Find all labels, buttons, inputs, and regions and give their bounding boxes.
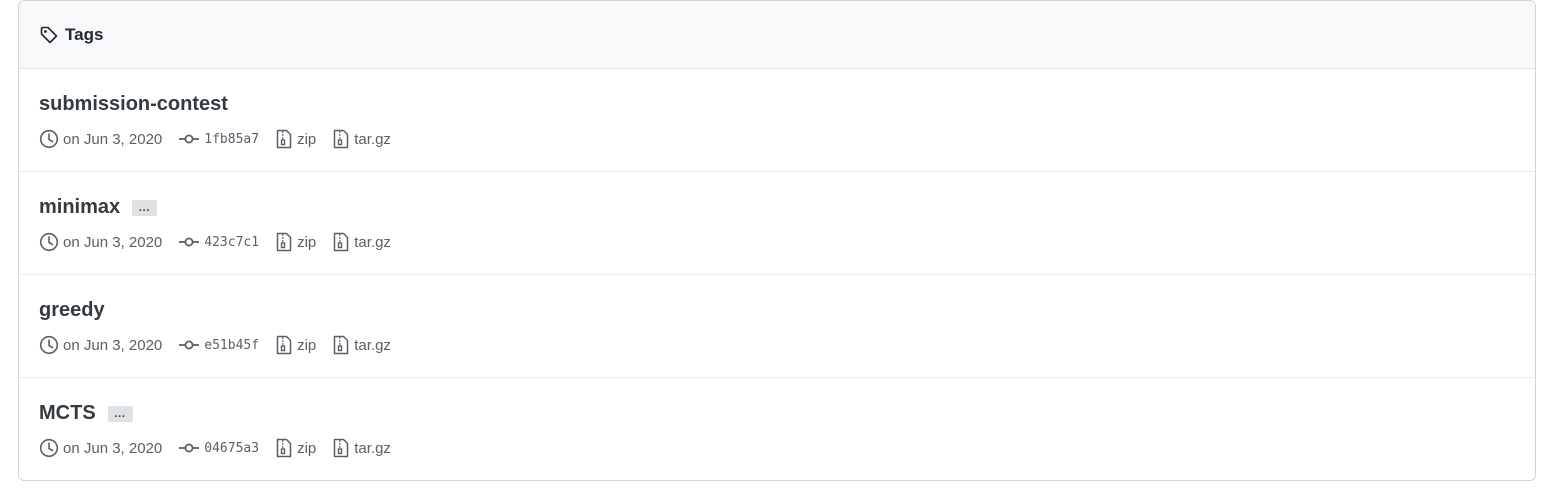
git-commit-icon (178, 338, 200, 352)
clock-icon (39, 129, 59, 149)
tag-row: submission-contest on Jun 3, 2020 1fb85a… (19, 69, 1535, 172)
tag-meta: on Jun 3, 2020 e51b45f zip tar.gz (39, 335, 407, 355)
zip-label: zip (297, 336, 317, 354)
tag-meta: on Jun 3, 2020 04675a3 zip tar.gz (39, 438, 407, 458)
targz-label: tar.gz (354, 336, 391, 354)
targz-label: tar.gz (354, 439, 391, 457)
commit-link[interactable]: e51b45f (178, 338, 259, 353)
zip-download-link[interactable]: zip (275, 438, 316, 458)
commit-link[interactable]: 423c7c1 (178, 235, 259, 250)
git-commit-icon (178, 132, 200, 146)
tags-header: Tags (19, 1, 1535, 69)
zip-label: zip (297, 130, 317, 148)
file-zip-icon (332, 129, 350, 149)
clock-icon (39, 438, 59, 458)
expand-message-button[interactable]: … (132, 199, 158, 216)
tags-title-label: Tags (65, 24, 104, 44)
file-zip-icon (332, 438, 350, 458)
file-zip-icon (275, 438, 293, 458)
targz-download-link[interactable]: tar.gz (332, 129, 391, 149)
tag-meta: on Jun 3, 2020 423c7c1 zip tar.gz (39, 232, 407, 252)
tag-date-text: on Jun 3, 2020 (63, 130, 163, 148)
zip-download-link[interactable]: zip (275, 335, 316, 355)
targz-label: tar.gz (354, 130, 391, 148)
commit-sha: 1fb85a7 (204, 131, 260, 147)
zip-download-link[interactable]: zip (275, 232, 316, 252)
file-zip-icon (275, 129, 293, 149)
tag-date-text: on Jun 3, 2020 (63, 336, 163, 354)
expand-message-button[interactable]: … (107, 405, 133, 422)
file-zip-icon (275, 335, 293, 355)
tag-name-link[interactable]: MCTS (39, 402, 96, 425)
tag-date: on Jun 3, 2020 (39, 232, 162, 252)
tag-date: on Jun 3, 2020 (39, 335, 162, 355)
zip-label: zip (297, 439, 317, 457)
tag-date-text: on Jun 3, 2020 (63, 439, 163, 457)
targz-download-link[interactable]: tar.gz (332, 335, 391, 355)
file-zip-icon (332, 335, 350, 355)
git-commit-icon (178, 441, 200, 455)
file-zip-icon (275, 232, 293, 252)
zip-download-link[interactable]: zip (275, 129, 316, 149)
tag-row: minimax … on Jun 3, 2020 423c7c1 zip tar… (19, 172, 1535, 275)
clock-icon (39, 335, 59, 355)
tag-date: on Jun 3, 2020 (39, 129, 162, 149)
clock-icon (39, 232, 59, 252)
targz-label: tar.gz (354, 233, 391, 251)
zip-label: zip (297, 233, 317, 251)
tag-row: MCTS … on Jun 3, 2020 04675a3 zip tar.gz (19, 378, 1535, 480)
tag-icon (39, 25, 59, 45)
tags-box: Tags submission-contest on Jun 3, 2020 1… (18, 0, 1536, 481)
tag-row: greedy on Jun 3, 2020 e51b45f zip tar.gz (19, 275, 1535, 378)
git-commit-icon (178, 235, 200, 249)
tag-date-text: on Jun 3, 2020 (63, 233, 163, 251)
tag-date: on Jun 3, 2020 (39, 438, 162, 458)
commit-link[interactable]: 1fb85a7 (178, 132, 259, 147)
targz-download-link[interactable]: tar.gz (332, 438, 391, 458)
tag-name-link[interactable]: greedy (39, 299, 105, 322)
tags-header-title: Tags (39, 25, 103, 45)
tag-name-link[interactable]: minimax (39, 196, 120, 219)
commit-sha: e51b45f (204, 337, 260, 353)
commit-sha: 423c7c1 (204, 234, 260, 250)
commit-sha: 04675a3 (204, 440, 260, 456)
file-zip-icon (332, 232, 350, 252)
tag-meta: on Jun 3, 2020 1fb85a7 zip tar.gz (39, 129, 407, 149)
targz-download-link[interactable]: tar.gz (332, 232, 391, 252)
commit-link[interactable]: 04675a3 (178, 441, 259, 456)
tag-name-link[interactable]: submission-contest (39, 93, 228, 116)
